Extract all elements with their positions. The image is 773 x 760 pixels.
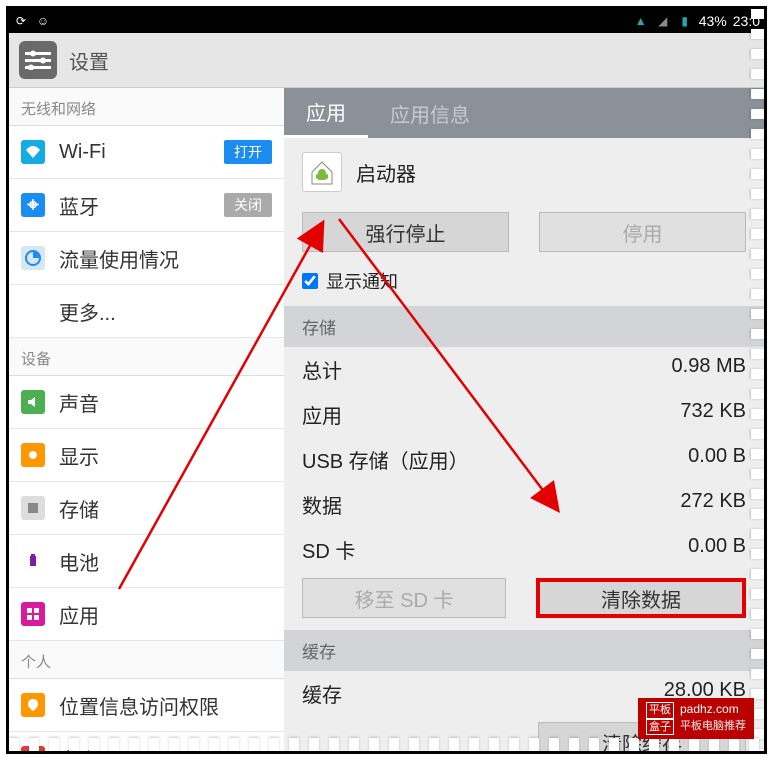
sidebar-item-apps[interactable]: 应用 <box>9 588 284 641</box>
force-stop-button[interactable]: 强行停止 <box>302 212 509 252</box>
apps-icon <box>21 602 45 626</box>
torn-edge-right <box>751 9 767 751</box>
detail-pane: 应用 应用信息 启动器 强行停止 停用 <box>284 88 764 751</box>
kv-label: SD 卡 <box>302 535 355 564</box>
move-sd-button[interactable]: 移至 SD 卡 <box>302 578 506 618</box>
kv-value: 732 KB <box>680 400 746 429</box>
torn-edge-bottom <box>9 738 764 754</box>
sidebar-item-label: 更多... <box>59 297 116 326</box>
bluetooth-icon: ⌖ <box>21 193 45 217</box>
disable-button[interactable]: 停用 <box>539 212 746 252</box>
settings-icon <box>19 41 57 79</box>
sound-icon <box>21 390 45 414</box>
signal-icon: ◢ <box>655 13 671 29</box>
app-name: 启动器 <box>356 158 416 187</box>
settings-sidebar[interactable]: 无线和网络 Wi-Fi 打开 ⌖ 蓝牙 关闭 流量使用情况 <box>9 88 284 751</box>
kv-value: 0.98 MB <box>672 355 746 384</box>
sidebar-item-label: Wi-Fi <box>59 141 106 164</box>
kv-label: USB 存储（应用） <box>302 445 469 474</box>
sidebar-item-label: 存储 <box>59 494 99 523</box>
watermark-l2b: 平板电脑推荐 <box>680 719 746 735</box>
settings-header: 设置 <box>9 33 764 88</box>
blank-icon <box>21 299 45 323</box>
sidebar-item-label: 显示 <box>59 441 99 470</box>
section-device: 设备 <box>9 338 284 376</box>
wifi-icon: ▲ <box>633 13 649 29</box>
display-icon <box>21 443 45 467</box>
sidebar-item-label: 应用 <box>59 600 99 629</box>
wifi-item-icon <box>21 140 45 164</box>
sidebar-item-label: 电池 <box>59 547 99 576</box>
tab-apps[interactable]: 应用 <box>284 88 368 138</box>
watermark: 平板 padhz.com 盒子 平板电脑推荐 <box>638 698 754 739</box>
section-wireless: 无线和网络 <box>9 88 284 126</box>
show-notif-checkbox[interactable] <box>302 273 318 289</box>
face-icon: ☺ <box>35 13 51 29</box>
watermark-l1a: 平板 <box>646 702 674 718</box>
section-cache: 缓存 <box>284 630 764 671</box>
bt-toggle[interactable]: 关闭 <box>224 193 272 217</box>
show-notif-label: 显示通知 <box>326 268 398 294</box>
watermark-l2a: 盒子 <box>646 719 674 735</box>
battery-item-icon <box>21 549 45 573</box>
sidebar-item-display[interactable]: 显示 <box>9 429 284 482</box>
app-icon <box>302 152 342 192</box>
watermark-l1b: padhz.com <box>680 702 739 718</box>
wifi-toggle[interactable]: 打开 <box>224 140 272 164</box>
location-icon <box>21 693 45 717</box>
sidebar-item-more[interactable]: 更多... <box>9 285 284 338</box>
status-bar: ⟳ ☺ ▲ ◢ ▮ 43% 23:0 <box>9 9 764 33</box>
detail-tabs: 应用 应用信息 <box>284 88 764 138</box>
sidebar-item-label: 位置信息访问权限 <box>59 691 219 720</box>
rotate-icon: ⟳ <box>13 13 29 29</box>
sidebar-item-sound[interactable]: 声音 <box>9 376 284 429</box>
data-usage-icon <box>21 246 45 270</box>
kv-value: 0.00 B <box>688 445 746 474</box>
storage-icon <box>21 496 45 520</box>
section-personal: 个人 <box>9 641 284 679</box>
sidebar-item-data-usage[interactable]: 流量使用情况 <box>9 232 284 285</box>
sidebar-item-bluetooth[interactable]: ⌖ 蓝牙 关闭 <box>9 179 284 232</box>
sidebar-item-label: 蓝牙 <box>59 191 99 220</box>
kv-value: 0.00 B <box>688 535 746 564</box>
section-storage: 存储 <box>284 306 764 347</box>
sidebar-item-label: 流量使用情况 <box>59 244 179 273</box>
tab-appinfo[interactable]: 应用信息 <box>368 88 492 138</box>
kv-label: 缓存 <box>302 679 342 708</box>
page-title: 设置 <box>69 46 109 75</box>
sidebar-item-wifi[interactable]: Wi-Fi 打开 <box>9 126 284 179</box>
sidebar-item-label: 声音 <box>59 388 99 417</box>
clear-data-button[interactable]: 清除数据 <box>536 578 746 618</box>
sidebar-item-storage[interactable]: 存储 <box>9 482 284 535</box>
sidebar-item-location[interactable]: 位置信息访问权限 <box>9 679 284 732</box>
sidebar-item-battery[interactable]: 电池 <box>9 535 284 588</box>
battery-icon: ▮ <box>677 13 693 29</box>
kv-label: 数据 <box>302 490 342 519</box>
battery-pct: 43% <box>699 13 727 29</box>
kv-label: 应用 <box>302 400 342 429</box>
kv-label: 总计 <box>302 355 342 384</box>
kv-value: 272 KB <box>680 490 746 519</box>
